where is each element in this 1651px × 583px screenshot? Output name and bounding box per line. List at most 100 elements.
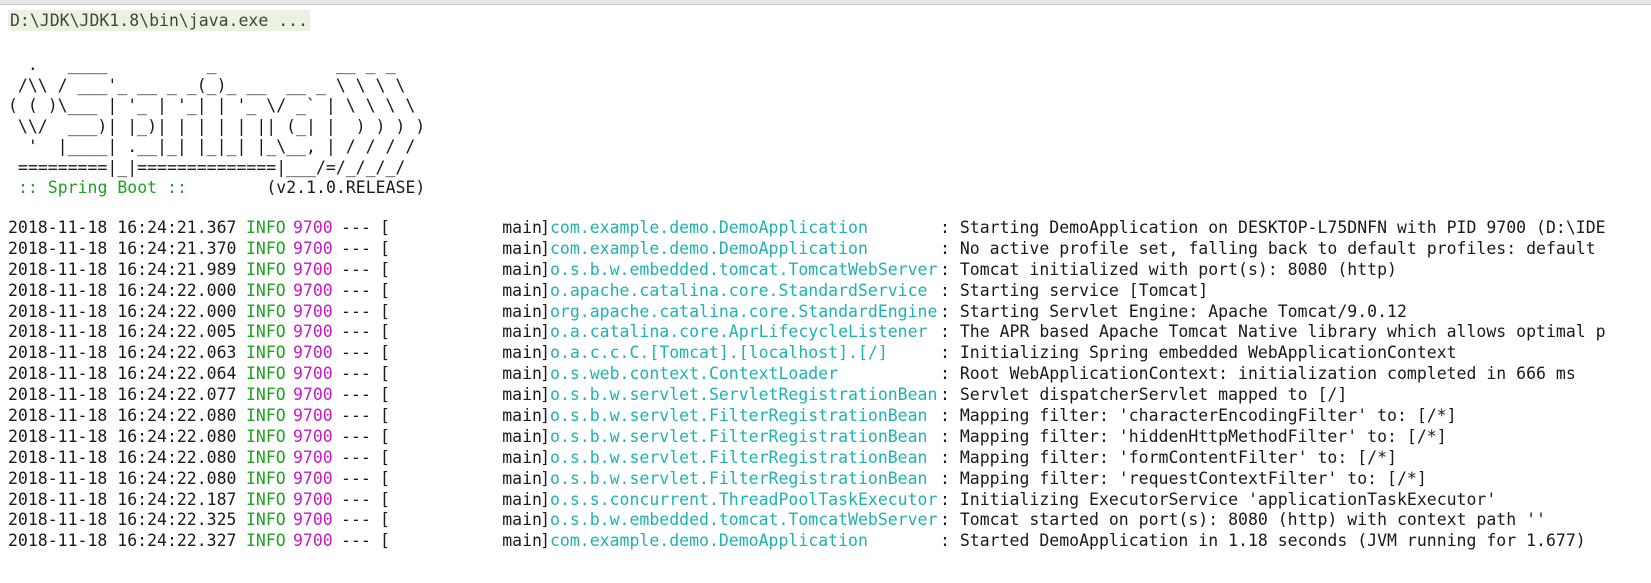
log-timestamp: 2018-11-18 16:24:22.080 xyxy=(8,447,237,467)
thread-bracket-close: ] xyxy=(540,259,550,279)
thread-bracket-open: [ xyxy=(380,385,390,405)
log-separator: --- xyxy=(341,510,371,530)
log-pid: 9700 xyxy=(293,301,333,321)
log-timestamp: 2018-11-18 16:24:22.327 xyxy=(8,531,237,551)
log-timestamp: 2018-11-18 16:24:22.325 xyxy=(8,510,237,530)
log-pid: 9700 xyxy=(293,468,333,488)
log-row: 2018-11-18 16:24:22.080 INFO 9700 --- [main]… xyxy=(8,427,1651,448)
thread-bracket-close: ] xyxy=(540,531,550,551)
log-pid: 9700 xyxy=(293,447,333,467)
thread-name: main xyxy=(502,447,542,467)
log-message: : Starting Servlet Engine: Apache Tomcat… xyxy=(940,301,1407,321)
log-message: : Mapping filter: 'characterEncodingFilt… xyxy=(940,406,1457,426)
log-message: : Initializing Spring embedded WebApplic… xyxy=(940,343,1457,363)
log-level: INFO xyxy=(246,322,286,342)
log-separator: --- xyxy=(341,280,371,300)
log-message: : Root WebApplicationContext: initializa… xyxy=(940,364,1576,384)
thread-name: main xyxy=(502,301,542,321)
thread-bracket-open: [ xyxy=(380,280,390,300)
thread-bracket-open: [ xyxy=(380,364,390,384)
log-pid: 9700 xyxy=(293,259,333,279)
log-timestamp: 2018-11-18 16:24:22.080 xyxy=(8,406,237,426)
log-timestamp: 2018-11-18 16:24:21.367 xyxy=(8,218,237,237)
log-separator: --- xyxy=(341,426,371,446)
log-row: 2018-11-18 16:24:22.327 INFO 9700 --- [main]… xyxy=(8,531,1651,552)
log-row: 2018-11-18 16:24:22.325 INFO 9700 --- [main]… xyxy=(8,510,1651,531)
log-logger-name: com.example.demo.DemoApplication xyxy=(550,238,868,258)
log-timestamp: 2018-11-18 16:24:22.077 xyxy=(8,385,237,405)
log-separator: --- xyxy=(341,468,371,488)
log-pid: 9700 xyxy=(293,489,333,509)
log-level: INFO xyxy=(246,259,286,279)
log-logger-name: o.a.c.c.C.[Tomcat].[localhost].[/] xyxy=(550,343,888,363)
log-row: 2018-11-18 16:24:22.000 INFO 9700 --- [main]… xyxy=(8,302,1651,323)
thread-name: main xyxy=(502,510,542,530)
log-message: : Tomcat started on port(s): 8080 (http)… xyxy=(940,510,1546,530)
log-row: 2018-11-18 16:24:21.367 INFO 9700 --- [main]… xyxy=(8,218,1651,239)
log-timestamp: 2018-11-18 16:24:22.063 xyxy=(8,343,237,363)
log-logger-name: o.s.b.w.servlet.FilterRegistrationBean xyxy=(550,406,928,426)
log-timestamp: 2018-11-18 16:24:21.989 xyxy=(8,259,237,279)
log-level: INFO xyxy=(246,301,286,321)
log-message: : Starting DemoApplication on DESKTOP-L7… xyxy=(940,218,1606,237)
log-logger-name: o.s.s.concurrent.ThreadPoolTaskExecutor xyxy=(550,489,938,509)
log-message: : Starting service [Tomcat] xyxy=(940,280,1209,300)
log-logger-name: o.s.b.w.servlet.ServletRegistrationBean xyxy=(550,385,938,405)
thread-bracket-open: [ xyxy=(380,489,390,509)
thread-bracket-close: ] xyxy=(540,489,550,509)
log-logger-name: o.s.b.w.embedded.tomcat.TomcatWebServer xyxy=(550,510,938,530)
thread-name: main xyxy=(502,385,542,405)
log-separator: --- xyxy=(341,531,371,551)
log-message: : Initializing ExecutorService 'applicat… xyxy=(940,489,1497,509)
log-pid: 9700 xyxy=(293,280,333,300)
log-pid: 9700 xyxy=(293,322,333,342)
thread-name: main xyxy=(502,218,542,237)
thread-bracket-close: ] xyxy=(540,343,550,363)
thread-bracket-close: ] xyxy=(540,406,550,426)
thread-name: main xyxy=(502,531,542,551)
thread-name: main xyxy=(502,406,542,426)
log-logger-name: com.example.demo.DemoApplication xyxy=(550,218,868,237)
log-separator: --- xyxy=(341,489,371,509)
log-separator: --- xyxy=(341,447,371,467)
log-row: 2018-11-18 16:24:21.989 INFO 9700 --- [main]… xyxy=(8,260,1651,281)
log-level: INFO xyxy=(246,218,286,237)
log-timestamp: 2018-11-18 16:24:22.064 xyxy=(8,364,237,384)
log-row: 2018-11-18 16:24:22.077 INFO 9700 --- [main]… xyxy=(8,385,1651,406)
log-logger-name: o.s.b.w.servlet.FilterRegistrationBean xyxy=(550,447,928,467)
thread-name: main xyxy=(502,426,542,446)
log-level: INFO xyxy=(246,406,286,426)
log-row: 2018-11-18 16:24:21.370 INFO 9700 --- [main]… xyxy=(8,239,1651,260)
log-logger-name: o.s.b.w.embedded.tomcat.TomcatWebServer xyxy=(550,259,938,279)
thread-bracket-open: [ xyxy=(380,343,390,363)
thread-bracket-open: [ xyxy=(380,447,390,467)
log-logger-name: o.apache.catalina.core.StandardService xyxy=(550,280,928,300)
thread-bracket-open: [ xyxy=(380,406,390,426)
log-level: INFO xyxy=(246,531,286,551)
log-row: 2018-11-18 16:24:22.000 INFO 9700 --- [main]… xyxy=(8,281,1651,302)
thread-name: main xyxy=(502,238,542,258)
log-level: INFO xyxy=(246,489,286,509)
log-separator: --- xyxy=(341,238,371,258)
thread-bracket-close: ] xyxy=(540,218,550,237)
log-message: : Mapping filter: 'formContentFilter' to… xyxy=(940,447,1397,467)
log-message: : The APR based Apache Tomcat Native lib… xyxy=(940,322,1606,342)
thread-bracket-close: ] xyxy=(540,468,550,488)
thread-bracket-close: ] xyxy=(540,510,550,530)
log-row: 2018-11-18 16:24:22.080 INFO 9700 --- [main]… xyxy=(8,448,1651,469)
log-timestamp: 2018-11-18 16:24:21.370 xyxy=(8,238,237,258)
log-timestamp: 2018-11-18 16:24:22.005 xyxy=(8,322,237,342)
thread-bracket-close: ] xyxy=(540,301,550,321)
thread-bracket-close: ] xyxy=(540,447,550,467)
log-separator: --- xyxy=(341,259,371,279)
spring-ascii-banner: . ____ _ __ _ _ /\\ / ___'_ __ _ _(_)_ _… xyxy=(8,55,426,177)
log-message: : Started DemoApplication in 1.18 second… xyxy=(940,531,1586,551)
log-logger-name: o.s.web.context.ContextLoader xyxy=(550,364,839,384)
thread-name: main xyxy=(502,468,542,488)
log-separator: --- xyxy=(341,343,371,363)
log-pid: 9700 xyxy=(293,531,333,551)
run-command-line[interactable]: D:\JDK\JDK1.8\bin\java.exe ... xyxy=(8,10,311,31)
thread-bracket-close: ] xyxy=(540,322,550,342)
thread-bracket-close: ] xyxy=(540,426,550,446)
log-level: INFO xyxy=(246,468,286,488)
